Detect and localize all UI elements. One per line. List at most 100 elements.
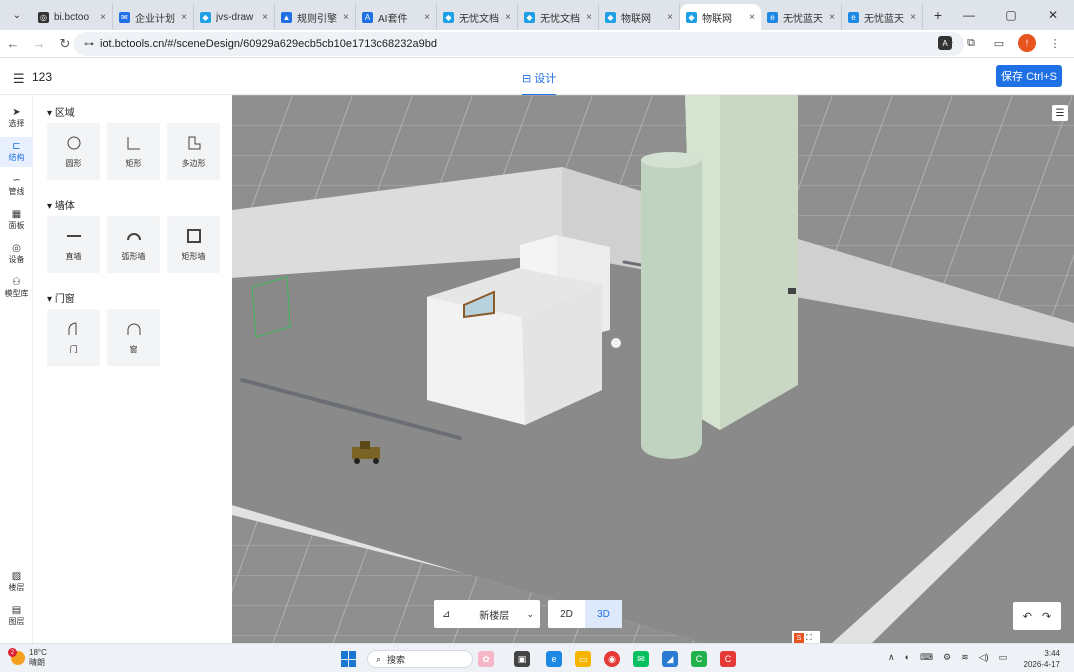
layer-selector[interactable]: ⊿ 新楼层 ⌄ — [434, 600, 540, 628]
section-door-window-header[interactable]: ▾ 门窗 — [47, 290, 75, 305]
tray-up-icon[interactable]: ∧ — [888, 652, 895, 663]
rail-item[interactable]: ◎ 设备 — [0, 239, 33, 269]
rail-item-label: 楼层 — [8, 583, 25, 592]
viewport-menu-icon[interactable]: ☰ — [1052, 105, 1068, 121]
tool-polygon[interactable]: 多边形 — [167, 123, 220, 180]
minimize-icon[interactable]: — — [948, 0, 990, 30]
weather-icon: 2 — [8, 648, 25, 665]
system-clock[interactable]: 3:44 2026-4-17 — [1024, 648, 1060, 670]
rail-item-icon: ∽ — [12, 175, 21, 186]
tab-close-icon[interactable]: × — [100, 12, 106, 23]
file-explorer-icon[interactable]: ▭ — [575, 651, 591, 667]
tab-close-icon[interactable]: × — [424, 12, 430, 23]
tab-close-icon[interactable]: × — [505, 12, 511, 23]
redo-icon[interactable]: ↷ — [1042, 610, 1051, 623]
tool-arc-wall[interactable]: 弧形墙 — [107, 216, 160, 273]
tray-app-icon[interactable]: ◐ — [905, 652, 910, 663]
mode-3d-button[interactable]: 3D — [585, 600, 622, 628]
close-window-icon[interactable]: ✕ — [1032, 0, 1074, 30]
browser-menu-icon[interactable]: ⋮ — [1046, 34, 1064, 52]
browser-tab[interactable]: ◆ jvs-draw × — [194, 4, 275, 30]
layer-name: 新楼层 — [479, 610, 510, 622]
browser-tab[interactable]: ▲ 规则引擎 × — [275, 4, 356, 30]
chrome-icon[interactable]: ◉ — [604, 651, 620, 667]
app-header: ☰ 123 ⊟ 设计 保存 Ctrl+S — [0, 58, 1074, 96]
cylinder-bottom — [641, 431, 701, 459]
url-field[interactable]: ⊶ iot.bctools.cn/#/sceneDesign/60929a629… — [74, 32, 964, 56]
tool-window[interactable]: 窗 — [107, 309, 160, 366]
tab-close-icon[interactable]: × — [262, 12, 268, 23]
c-app-green-icon[interactable]: C — [691, 651, 707, 667]
c-app-red-icon[interactable]: C — [720, 651, 736, 667]
translate-icon[interactable]: A — [938, 36, 952, 50]
rail-item[interactable]: ➤ 选择 — [0, 103, 33, 133]
tab-close-icon[interactable]: × — [586, 12, 592, 23]
task-view-icon[interactable]: ▣ — [514, 651, 530, 667]
rail-item[interactable]: ▦ 面板 — [0, 205, 33, 235]
rail-item[interactable]: ⊏ 结构 — [0, 137, 33, 167]
tab-title: 无忧蓝天 — [864, 13, 904, 25]
section-wall-header[interactable]: ▾ 墙体 — [47, 197, 75, 212]
profile-avatar[interactable]: ! — [1018, 34, 1036, 52]
site-info-icon[interactable]: ⊶ — [84, 39, 94, 50]
tab-close-icon[interactable]: × — [343, 12, 349, 23]
weather-widget[interactable]: 2 18°C 晴朗 — [8, 648, 47, 668]
input-method-badge: S ⛶ — [792, 631, 820, 643]
rail-item-icon: ⚇ — [12, 277, 21, 288]
rail-item-icon: ▦ — [11, 209, 22, 220]
tab-close-icon[interactable]: × — [829, 12, 835, 23]
browser-tab[interactable]: ◆ 物联网 × — [599, 4, 680, 30]
rectangle-icon — [127, 136, 140, 149]
extensions-icon[interactable]: ⧉ — [962, 34, 980, 52]
speaker-icon[interactable]: ◁) — [979, 652, 989, 663]
battery-icon[interactable]: ▭ — [999, 652, 1008, 663]
tool-straight-wall[interactable]: 直墙 — [47, 216, 100, 273]
new-tab-button[interactable]: + — [927, 4, 949, 26]
sidebar-icon[interactable]: ▭ — [990, 34, 1008, 52]
browser-tab[interactable]: A AI套件 × — [356, 4, 437, 30]
tab-close-icon[interactable]: × — [181, 12, 187, 23]
tab-design[interactable]: ⊟ 设计 — [522, 70, 557, 96]
app-icon[interactable]: ◢ — [662, 651, 678, 667]
tab-favicon-icon: ✉ — [119, 11, 130, 23]
tab-search-icon[interactable]: ⌄ — [6, 4, 28, 26]
tab-close-icon[interactable]: × — [749, 12, 755, 23]
ime-icon[interactable]: ⌨ — [920, 652, 933, 663]
tulip-app-icon[interactable]: ✿ — [478, 651, 494, 667]
wechat-icon[interactable]: ✉ — [633, 651, 649, 667]
tool-circle[interactable]: 圆形 — [47, 123, 100, 180]
window-icon — [127, 323, 140, 335]
tool-rect-wall[interactable]: 矩形墙 — [167, 216, 220, 273]
browser-tab[interactable]: e 无忧蓝天 × — [761, 4, 842, 30]
back-icon[interactable]: ← — [0, 36, 26, 51]
save-button[interactable]: 保存 Ctrl+S — [996, 65, 1062, 87]
browser-tab[interactable]: ◆ 无忧文档 × — [518, 4, 599, 30]
tool-door[interactable]: 门 — [47, 309, 100, 366]
rail-item[interactable]: ⚇ 模型库 — [0, 273, 33, 303]
rail-item[interactable]: ∽ 管线 — [0, 171, 33, 201]
clock-date: 2026-4-17 — [1023, 660, 1060, 669]
wifi-icon[interactable]: ≋ — [961, 652, 969, 663]
browser-tab[interactable]: e 无忧蓝天 × — [842, 4, 923, 30]
tab-close-icon[interactable]: × — [910, 12, 916, 23]
scene-canvas[interactable] — [232, 95, 1074, 643]
browser-tab[interactable]: ◎ bi.bctoo × — [32, 4, 113, 30]
forward-icon[interactable]: → — [26, 36, 52, 51]
rail-bottom-item[interactable]: ▨ 楼层 — [0, 567, 33, 597]
tool-rectangle[interactable]: 矩形 — [107, 123, 160, 180]
tray-misc-icon[interactable]: ⚙ — [943, 652, 951, 663]
start-button[interactable] — [341, 651, 357, 667]
scene-3d-viewport[interactable]: ☰ ⊿ 新楼层 ⌄ 2D 3D ↶ ↷ S ⛶ — [232, 95, 1074, 643]
mode-2d-button[interactable]: 2D — [548, 600, 585, 628]
undo-icon[interactable]: ↶ — [1023, 610, 1032, 623]
rail-bottom-item[interactable]: ▤ 图层 — [0, 601, 33, 631]
section-region-header[interactable]: ▾ 区域 — [47, 104, 75, 119]
browser-tab[interactable]: ◆ 无忧文档 × — [437, 4, 518, 30]
maximize-icon[interactable]: ▢ — [990, 0, 1032, 30]
taskbar-search[interactable]: ⌕ 搜索 — [367, 650, 473, 668]
browser-tab[interactable]: ◆ 物联网 × — [680, 4, 761, 30]
menu-icon[interactable]: ☰ — [13, 71, 25, 87]
tab-close-icon[interactable]: × — [667, 12, 673, 23]
edge-icon[interactable]: e — [546, 651, 562, 667]
browser-tab[interactable]: ✉ 企业计划 × — [113, 4, 194, 30]
